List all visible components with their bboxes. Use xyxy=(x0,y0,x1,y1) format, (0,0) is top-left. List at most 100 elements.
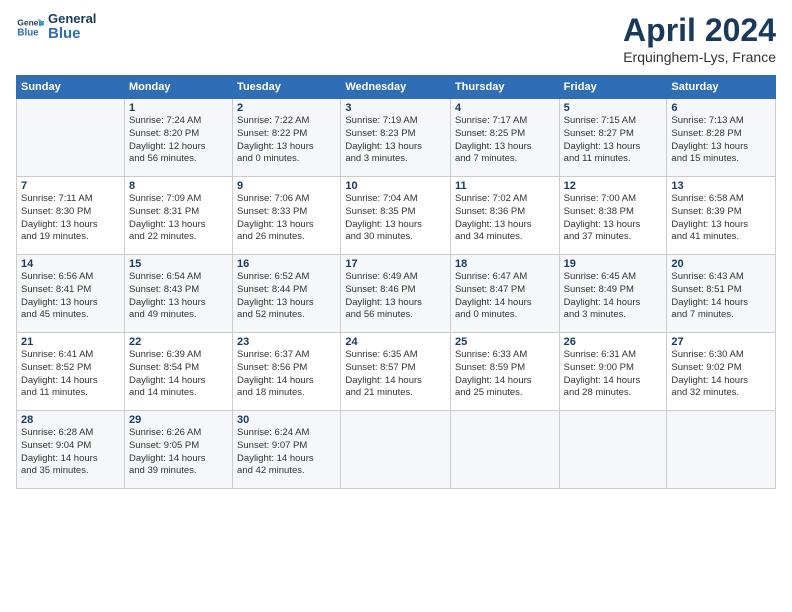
day-info: Sunrise: 6:54 AM Sunset: 8:43 PM Dayligh… xyxy=(129,271,228,322)
day-cell: 13Sunrise: 6:58 AM Sunset: 8:39 PM Dayli… xyxy=(667,177,776,255)
day-cell: 25Sunrise: 6:33 AM Sunset: 8:59 PM Dayli… xyxy=(450,333,559,411)
generalblue-logo-icon: General Blue xyxy=(16,13,44,41)
day-cell xyxy=(341,411,451,489)
day-info: Sunrise: 6:30 AM Sunset: 9:02 PM Dayligh… xyxy=(671,349,771,400)
day-info: Sunrise: 7:09 AM Sunset: 8:31 PM Dayligh… xyxy=(129,193,228,244)
day-cell xyxy=(17,99,125,177)
day-info: Sunrise: 6:31 AM Sunset: 9:00 PM Dayligh… xyxy=(564,349,663,400)
column-headers: SundayMondayTuesdayWednesdayThursdayFrid… xyxy=(17,76,776,99)
day-cell: 27Sunrise: 6:30 AM Sunset: 9:02 PM Dayli… xyxy=(667,333,776,411)
day-cell: 17Sunrise: 6:49 AM Sunset: 8:46 PM Dayli… xyxy=(341,255,451,333)
col-header-sunday: Sunday xyxy=(17,76,125,99)
day-cell: 1Sunrise: 7:24 AM Sunset: 8:20 PM Daylig… xyxy=(124,99,232,177)
header: General Blue General Blue April 2024 Erq… xyxy=(16,12,776,65)
day-info: Sunrise: 6:43 AM Sunset: 8:51 PM Dayligh… xyxy=(671,271,771,322)
day-cell: 28Sunrise: 6:28 AM Sunset: 9:04 PM Dayli… xyxy=(17,411,125,489)
day-info: Sunrise: 7:17 AM Sunset: 8:25 PM Dayligh… xyxy=(455,115,555,166)
day-info: Sunrise: 6:47 AM Sunset: 8:47 PM Dayligh… xyxy=(455,271,555,322)
day-info: Sunrise: 7:11 AM Sunset: 8:30 PM Dayligh… xyxy=(21,193,120,244)
day-cell: 8Sunrise: 7:09 AM Sunset: 8:31 PM Daylig… xyxy=(124,177,232,255)
week-row-2: 7Sunrise: 7:11 AM Sunset: 8:30 PM Daylig… xyxy=(17,177,776,255)
day-number: 10 xyxy=(345,180,446,192)
day-info: Sunrise: 6:52 AM Sunset: 8:44 PM Dayligh… xyxy=(237,271,336,322)
day-number: 16 xyxy=(237,258,336,270)
day-cell: 30Sunrise: 6:24 AM Sunset: 9:07 PM Dayli… xyxy=(233,411,341,489)
day-number: 24 xyxy=(345,336,446,348)
col-header-wednesday: Wednesday xyxy=(341,76,451,99)
day-info: Sunrise: 6:56 AM Sunset: 8:41 PM Dayligh… xyxy=(21,271,120,322)
day-number: 30 xyxy=(237,414,336,426)
day-number: 20 xyxy=(671,258,771,270)
day-info: Sunrise: 7:02 AM Sunset: 8:36 PM Dayligh… xyxy=(455,193,555,244)
week-row-3: 14Sunrise: 6:56 AM Sunset: 8:41 PM Dayli… xyxy=(17,255,776,333)
calendar-table: SundayMondayTuesdayWednesdayThursdayFrid… xyxy=(16,75,776,489)
day-info: Sunrise: 6:58 AM Sunset: 8:39 PM Dayligh… xyxy=(671,193,771,244)
day-info: Sunrise: 6:24 AM Sunset: 9:07 PM Dayligh… xyxy=(237,427,336,478)
logo-text: General Blue xyxy=(48,12,96,43)
day-info: Sunrise: 6:39 AM Sunset: 8:54 PM Dayligh… xyxy=(129,349,228,400)
logo: General Blue General Blue xyxy=(16,12,96,43)
day-info: Sunrise: 6:26 AM Sunset: 9:05 PM Dayligh… xyxy=(129,427,228,478)
week-row-1: 1Sunrise: 7:24 AM Sunset: 8:20 PM Daylig… xyxy=(17,99,776,177)
day-number: 29 xyxy=(129,414,228,426)
day-number: 5 xyxy=(564,102,663,114)
day-info: Sunrise: 7:06 AM Sunset: 8:33 PM Dayligh… xyxy=(237,193,336,244)
day-cell xyxy=(450,411,559,489)
day-number: 13 xyxy=(671,180,771,192)
day-cell: 19Sunrise: 6:45 AM Sunset: 8:49 PM Dayli… xyxy=(559,255,667,333)
day-info: Sunrise: 7:00 AM Sunset: 8:38 PM Dayligh… xyxy=(564,193,663,244)
day-info: Sunrise: 6:35 AM Sunset: 8:57 PM Dayligh… xyxy=(345,349,446,400)
day-number: 8 xyxy=(129,180,228,192)
day-number: 28 xyxy=(21,414,120,426)
day-cell: 10Sunrise: 7:04 AM Sunset: 8:35 PM Dayli… xyxy=(341,177,451,255)
day-number: 1 xyxy=(129,102,228,114)
day-number: 4 xyxy=(455,102,555,114)
col-header-saturday: Saturday xyxy=(667,76,776,99)
day-cell: 7Sunrise: 7:11 AM Sunset: 8:30 PM Daylig… xyxy=(17,177,125,255)
day-number: 26 xyxy=(564,336,663,348)
day-cell: 11Sunrise: 7:02 AM Sunset: 8:36 PM Dayli… xyxy=(450,177,559,255)
day-number: 14 xyxy=(21,258,120,270)
day-cell xyxy=(559,411,667,489)
col-header-friday: Friday xyxy=(559,76,667,99)
day-number: 15 xyxy=(129,258,228,270)
day-cell xyxy=(667,411,776,489)
logo-general: General xyxy=(48,12,96,26)
day-number: 9 xyxy=(237,180,336,192)
day-number: 22 xyxy=(129,336,228,348)
day-cell: 26Sunrise: 6:31 AM Sunset: 9:00 PM Dayli… xyxy=(559,333,667,411)
day-number: 25 xyxy=(455,336,555,348)
day-info: Sunrise: 6:49 AM Sunset: 8:46 PM Dayligh… xyxy=(345,271,446,322)
day-number: 23 xyxy=(237,336,336,348)
day-number: 12 xyxy=(564,180,663,192)
week-row-5: 28Sunrise: 6:28 AM Sunset: 9:04 PM Dayli… xyxy=(17,411,776,489)
day-cell: 29Sunrise: 6:26 AM Sunset: 9:05 PM Dayli… xyxy=(124,411,232,489)
day-info: Sunrise: 7:15 AM Sunset: 8:27 PM Dayligh… xyxy=(564,115,663,166)
day-info: Sunrise: 6:28 AM Sunset: 9:04 PM Dayligh… xyxy=(21,427,120,478)
day-number: 3 xyxy=(345,102,446,114)
day-number: 2 xyxy=(237,102,336,114)
day-cell: 9Sunrise: 7:06 AM Sunset: 8:33 PM Daylig… xyxy=(233,177,341,255)
day-cell: 16Sunrise: 6:52 AM Sunset: 8:44 PM Dayli… xyxy=(233,255,341,333)
day-cell: 23Sunrise: 6:37 AM Sunset: 8:56 PM Dayli… xyxy=(233,333,341,411)
day-number: 11 xyxy=(455,180,555,192)
day-cell: 12Sunrise: 7:00 AM Sunset: 8:38 PM Dayli… xyxy=(559,177,667,255)
day-cell: 4Sunrise: 7:17 AM Sunset: 8:25 PM Daylig… xyxy=(450,99,559,177)
col-header-monday: Monday xyxy=(124,76,232,99)
day-info: Sunrise: 6:41 AM Sunset: 8:52 PM Dayligh… xyxy=(21,349,120,400)
day-cell: 6Sunrise: 7:13 AM Sunset: 8:28 PM Daylig… xyxy=(667,99,776,177)
location-subtitle: Erquinghem-Lys, France xyxy=(623,49,776,65)
day-cell: 24Sunrise: 6:35 AM Sunset: 8:57 PM Dayli… xyxy=(341,333,451,411)
day-number: 6 xyxy=(671,102,771,114)
logo-blue: Blue xyxy=(48,26,96,43)
day-info: Sunrise: 7:22 AM Sunset: 8:22 PM Dayligh… xyxy=(237,115,336,166)
day-info: Sunrise: 7:19 AM Sunset: 8:23 PM Dayligh… xyxy=(345,115,446,166)
svg-text:Blue: Blue xyxy=(17,28,39,39)
day-number: 21 xyxy=(21,336,120,348)
day-number: 19 xyxy=(564,258,663,270)
day-info: Sunrise: 7:24 AM Sunset: 8:20 PM Dayligh… xyxy=(129,115,228,166)
week-row-4: 21Sunrise: 6:41 AM Sunset: 8:52 PM Dayli… xyxy=(17,333,776,411)
day-info: Sunrise: 6:45 AM Sunset: 8:49 PM Dayligh… xyxy=(564,271,663,322)
day-cell: 14Sunrise: 6:56 AM Sunset: 8:41 PM Dayli… xyxy=(17,255,125,333)
day-cell: 5Sunrise: 7:15 AM Sunset: 8:27 PM Daylig… xyxy=(559,99,667,177)
